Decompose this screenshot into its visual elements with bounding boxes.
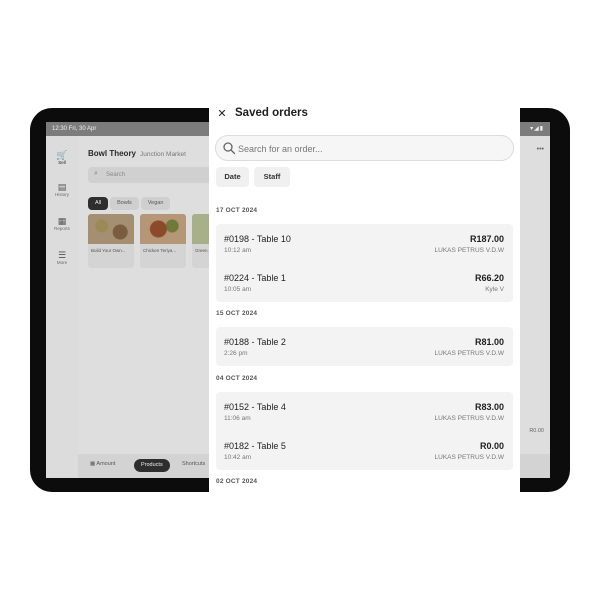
order-row[interactable]: #0152 - Table 4 11:06 am R83.00 LUKAS PE… [216,392,513,431]
order-group: #0198 - Table 10 10:12 am R187.00 LUKAS … [216,224,513,302]
order-amount: R66.20 [474,273,504,283]
product-image [88,214,134,244]
order-id: #0152 - Table 4 [224,402,286,412]
order-row[interactable]: #0198 - Table 10 10:12 am R187.00 LUKAS … [216,224,513,263]
tab-amount-label: Amount [96,461,116,467]
order-group: #0188 - Table 2 2:26 pm R81.00 LUKAS PET… [216,327,513,366]
order-time: 10:05 am [224,286,252,293]
cart-icon: 🛒 [56,150,68,160]
date-header: 02 OCT 2024 [216,478,258,485]
rail-label: Sell [58,160,66,165]
tab-shortcuts[interactable]: Shortcuts [182,461,205,474]
order-staff: LUKAS PETRUS V.D.W [434,415,504,422]
rail-item-sell[interactable]: 🛒 Sell [46,150,78,165]
tab-products[interactable]: Products [134,459,170,472]
order-time: 11:06 am [224,415,251,422]
order-search [215,135,514,161]
product-tile[interactable]: Build Your Own... [88,214,134,268]
order-row[interactable]: #0182 - Table 5 10:42 am R0.00 LUKAS PET… [216,431,513,470]
close-icon[interactable]: ✕ [216,107,228,121]
date-header: 15 OCT 2024 [216,310,258,317]
product-name: Chicken Teriya... [143,248,177,253]
store-header: Bowl Theory Junction Market [88,149,186,158]
filter-bowls[interactable]: Bowls [110,197,139,210]
tab-amount[interactable]: ▦ Amount [90,461,115,474]
order-group: #0152 - Table 4 11:06 am R83.00 LUKAS PE… [216,392,513,470]
search-icon: ⌕ [94,170,98,177]
rail-label: History [54,192,69,197]
order-search-input[interactable] [238,140,508,157]
order-amount: R81.00 [474,337,504,347]
rail-item-reports[interactable]: ▦ Reports [46,216,78,231]
rail-label: More [56,260,68,265]
order-amount: R0.00 [479,441,504,451]
order-time: 10:12 am [224,247,252,254]
order-amount: R83.00 [474,402,504,412]
order-staff: LUKAS PETRUS V.D.W [434,247,504,254]
status-icons: ▾◢▮ [530,126,544,132]
order-row[interactable]: #0188 - Table 2 2:26 pm R81.00 LUKAS PET… [216,327,513,366]
filter-vegan[interactable]: Vegan [140,197,171,210]
product-search-placeholder: Search [106,172,126,178]
rail-label: Reports [54,226,70,231]
order-staff: LUKAS PETRUS V.D.W [434,350,504,357]
order-time: 10:42 am [224,454,252,461]
order-id: #0224 - Table 1 [224,273,286,283]
order-row[interactable]: #0224 - Table 1 10:05 am R66.20 Kyle V [216,263,513,302]
product-image [140,214,186,244]
order-amount: R187.00 [469,234,504,244]
rail-item-more[interactable]: ☰ More [46,250,78,265]
status-time: 12:30 Fri, 30 Apr [52,126,97,132]
order-staff: Kyle V [485,286,504,293]
order-time: 2:26 pm [224,350,248,357]
filter-all[interactable]: All [88,197,109,210]
date-header: 04 OCT 2024 [216,375,258,382]
order-id: #0198 - Table 10 [224,234,291,244]
search-icon [223,142,236,155]
rail-item-history[interactable]: ▤ History [46,182,78,197]
order-staff: LUKAS PETRUS V.D.W [434,454,504,461]
category-filters: All Bowls Vegan [88,191,172,210]
panel-header: ✕ Saved orders [209,95,520,133]
store-name: Bowl Theory [88,149,137,158]
filter-staff-button[interactable]: Staff [254,167,290,187]
saved-orders-panel: ✕ Saved orders Date Staff 17 OCT 2024 #0… [209,95,520,497]
product-tile[interactable]: Chicken Teriya... [140,214,186,268]
order-id: #0182 - Table 5 [224,441,286,451]
order-total: R0.00 [529,428,544,434]
reports-icon: ▦ [57,216,67,226]
product-name: Build Your Own... [91,248,126,253]
history-icon: ▤ [57,182,67,192]
date-header: 17 OCT 2024 [216,207,258,214]
more-icon: ☰ [57,250,67,260]
panel-title: Saved orders [235,107,308,119]
store-location: Junction Market [140,151,186,158]
order-id: #0188 - Table 2 [224,337,286,347]
filter-date-button[interactable]: Date [216,167,249,187]
nav-rail: 🛒 Sell ▤ History ▦ Reports ☰ More [46,136,78,478]
overflow-menu-icon[interactable]: ••• [537,146,544,153]
